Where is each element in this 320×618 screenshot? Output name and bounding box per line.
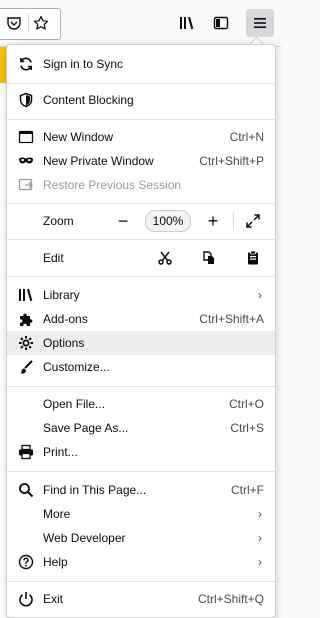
submenu-arrow-icon: ›	[258, 531, 262, 545]
menu-item-open-file[interactable]: Open File... Ctrl+O	[7, 392, 275, 416]
sidebar-icon[interactable]	[207, 9, 235, 37]
menu-shortcut: Ctrl+F	[231, 483, 264, 497]
menu-item-more[interactable]: More ›	[7, 502, 275, 526]
zoom-in-button[interactable]: +	[201, 209, 225, 233]
menu-divider	[7, 83, 275, 84]
power-icon	[18, 591, 34, 607]
zoom-label: Zoom	[43, 214, 74, 228]
submenu-arrow-icon: ›	[258, 288, 262, 302]
menu-shortcut: Ctrl+S	[230, 421, 264, 435]
menu-divider	[7, 239, 275, 240]
bookmark-star-icon[interactable]	[27, 9, 55, 37]
menu-label: Library	[43, 288, 80, 302]
menu-shortcut: Ctrl+O	[228, 397, 264, 411]
browser-toolbar	[0, 0, 281, 47]
menu-shortcut: Ctrl+N	[229, 130, 264, 144]
submenu-arrow-icon: ›	[258, 507, 262, 521]
menu-item-zoom: Zoom − 100% +	[7, 209, 275, 233]
new-window-icon	[18, 129, 34, 145]
menu-item-find[interactable]: Find in This Page... Ctrl+F	[7, 478, 275, 502]
pocket-icon[interactable]	[0, 9, 28, 37]
menu-item-new-window[interactable]: New Window Ctrl+N	[7, 125, 275, 149]
menu-label: Print...	[43, 445, 78, 459]
menu-label: New Window	[43, 130, 114, 144]
hamburger-menu-icon[interactable]	[246, 9, 274, 37]
menu-label: More	[43, 507, 71, 521]
zoom-reset-button[interactable]: 100%	[145, 210, 191, 232]
menu-label: Help	[43, 555, 68, 569]
library-icon[interactable]	[173, 9, 201, 37]
shield-icon	[18, 92, 34, 108]
copy-icon[interactable]	[197, 246, 221, 270]
private-mask-icon	[18, 153, 34, 169]
menu-item-customize[interactable]: Customize...	[7, 355, 275, 379]
edit-label: Edit	[43, 251, 64, 265]
menu-item-save-page[interactable]: Save Page As... Ctrl+S	[7, 416, 275, 440]
help-icon	[18, 554, 34, 570]
zoom-separator	[233, 213, 234, 229]
paste-icon[interactable]	[241, 246, 265, 270]
app-menu-panel: Sign in to Sync Content Blocking New Win…	[6, 44, 276, 618]
printer-icon	[18, 444, 34, 460]
menu-label: Options	[43, 336, 85, 350]
menu-label: Customize...	[43, 360, 110, 374]
menu-shortcut: Ctrl+Shift+Q	[197, 592, 264, 606]
zoom-out-button[interactable]: −	[111, 209, 135, 233]
menu-label: Web Developer	[43, 531, 126, 545]
cut-icon[interactable]	[153, 246, 177, 270]
search-icon	[18, 482, 34, 498]
menu-shortcut: Ctrl+Shift+A	[199, 312, 264, 326]
puzzle-icon	[18, 311, 34, 327]
menu-label: Save Page As...	[43, 421, 129, 435]
menu-divider	[7, 276, 275, 277]
menu-divider	[7, 203, 275, 204]
menu-item-sign-in-sync[interactable]: Sign in to Sync	[7, 52, 275, 76]
menu-shortcut: Ctrl+Shift+P	[199, 154, 264, 168]
menu-divider	[7, 119, 275, 120]
library-icon	[18, 287, 34, 303]
menu-label: Exit	[43, 592, 64, 606]
submenu-arrow-icon: ›	[258, 555, 262, 569]
menu-label: Sign in to Sync	[43, 57, 124, 71]
menu-divider	[7, 581, 275, 582]
menu-item-library[interactable]: Library ›	[7, 283, 275, 307]
menu-item-content-blocking[interactable]: Content Blocking	[7, 88, 275, 112]
menu-label: New Private Window	[43, 154, 154, 168]
menu-label: Find in This Page...	[43, 483, 147, 497]
menu-label: Add-ons	[43, 312, 88, 326]
menu-label: Content Blocking	[43, 93, 134, 107]
menu-divider	[7, 471, 275, 472]
menu-item-exit[interactable]: Exit Ctrl+Shift+Q	[7, 587, 275, 611]
menu-item-edit: Edit	[7, 246, 275, 270]
restore-session-icon	[18, 177, 34, 193]
sync-icon	[18, 56, 34, 72]
menu-item-restore-session[interactable]: Restore Previous Session	[7, 173, 275, 197]
menu-item-addons[interactable]: Add-ons Ctrl+Shift+A	[7, 307, 275, 331]
fullscreen-icon[interactable]	[241, 209, 265, 233]
menu-divider	[7, 386, 275, 387]
brush-icon	[18, 359, 34, 375]
menu-label: Open File...	[43, 397, 106, 411]
menu-item-options[interactable]: Options	[7, 331, 275, 355]
menu-label: Restore Previous Session	[43, 178, 182, 192]
menu-item-print[interactable]: Print...	[7, 440, 275, 464]
gear-icon	[18, 335, 34, 351]
menu-item-help[interactable]: Help ›	[7, 550, 275, 574]
menu-item-web-developer[interactable]: Web Developer ›	[7, 526, 275, 550]
menu-item-new-private-window[interactable]: New Private Window Ctrl+Shift+P	[7, 149, 275, 173]
